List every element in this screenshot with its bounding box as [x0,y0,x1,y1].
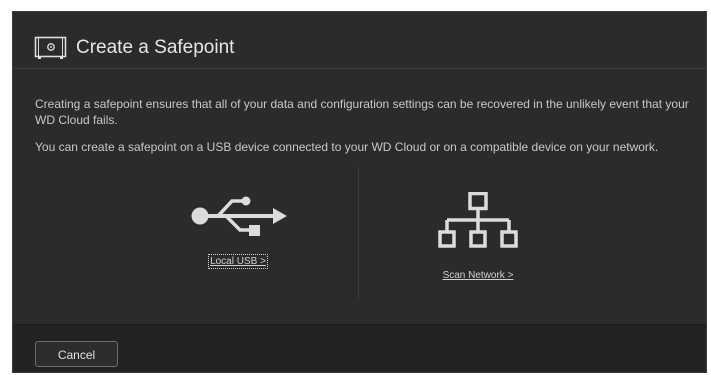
options-divider [358,167,359,299]
scan-network-option[interactable]: Scan Network > [413,192,543,283]
dialog-header: Create a Safepoint [13,12,706,69]
safe-icon [34,36,67,59]
local-usb-link[interactable]: Local USB > [208,254,268,269]
dialog-title: Create a Safepoint [76,37,235,58]
local-usb-option[interactable]: Local USB > [173,192,303,269]
cancel-button[interactable]: Cancel [35,341,118,367]
network-icon [438,192,518,248]
dialog-footer: Cancel [13,324,706,372]
description-text-secondary: You can create a safepoint on a USB devi… [35,140,659,154]
usb-icon [191,196,287,236]
scan-network-link[interactable]: Scan Network > [443,270,514,281]
create-safepoint-dialog: Create a Safepoint Creating a safepoint … [12,11,707,373]
description-text: Creating a safepoint ensures that all of… [35,97,689,127]
